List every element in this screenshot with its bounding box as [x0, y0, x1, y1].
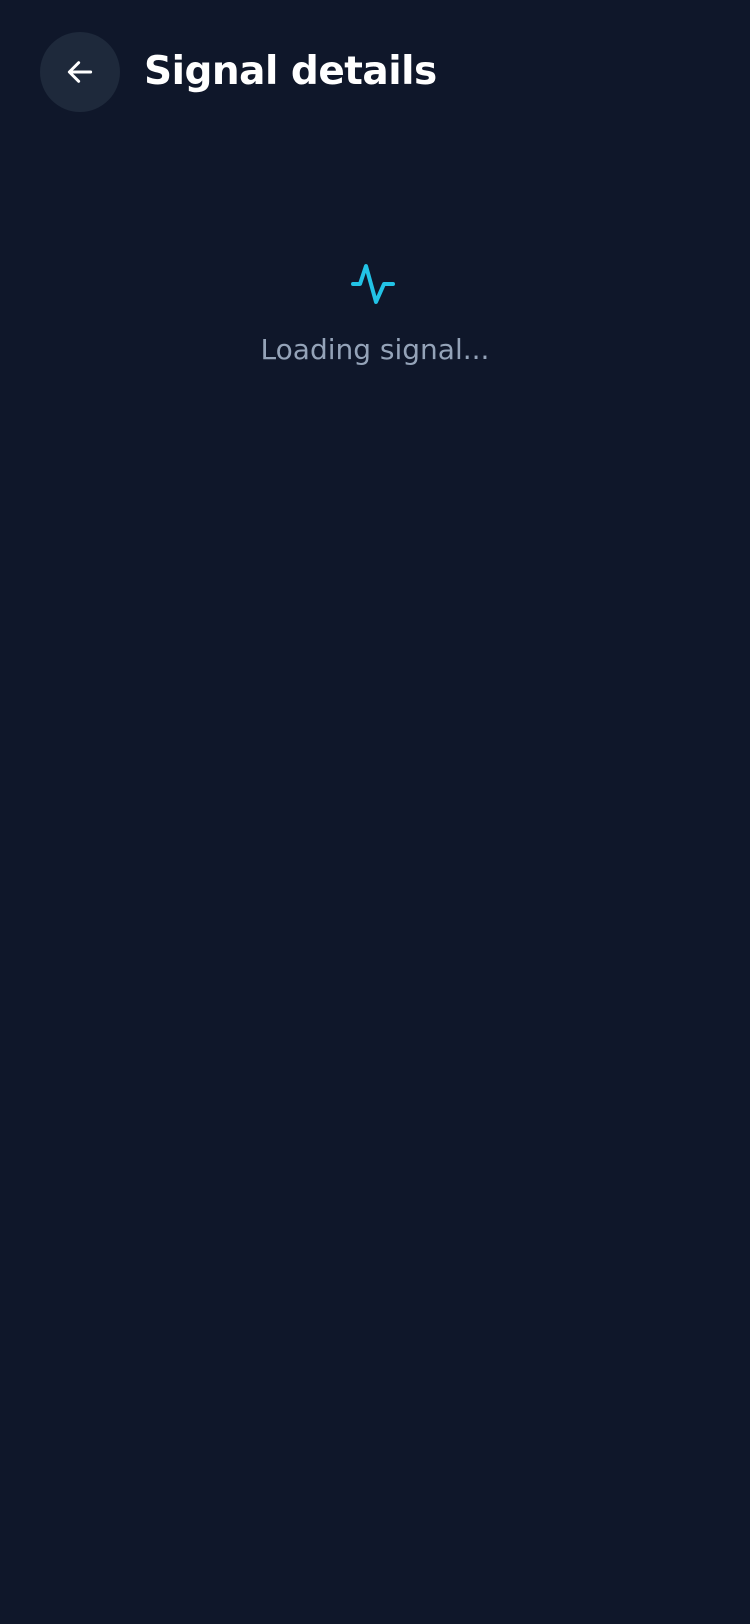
loading-text: Loading signal... — [260, 333, 490, 366]
signal-details-screen: Signal details Loading signal... — [0, 0, 750, 1624]
activity-pulse-icon — [351, 262, 399, 310]
back-button[interactable] — [40, 32, 120, 112]
page-title: Signal details — [144, 49, 437, 94]
header: Signal details — [0, 0, 750, 144]
arrow-left-icon — [64, 56, 96, 88]
loading-state: Loading signal... — [0, 262, 750, 368]
